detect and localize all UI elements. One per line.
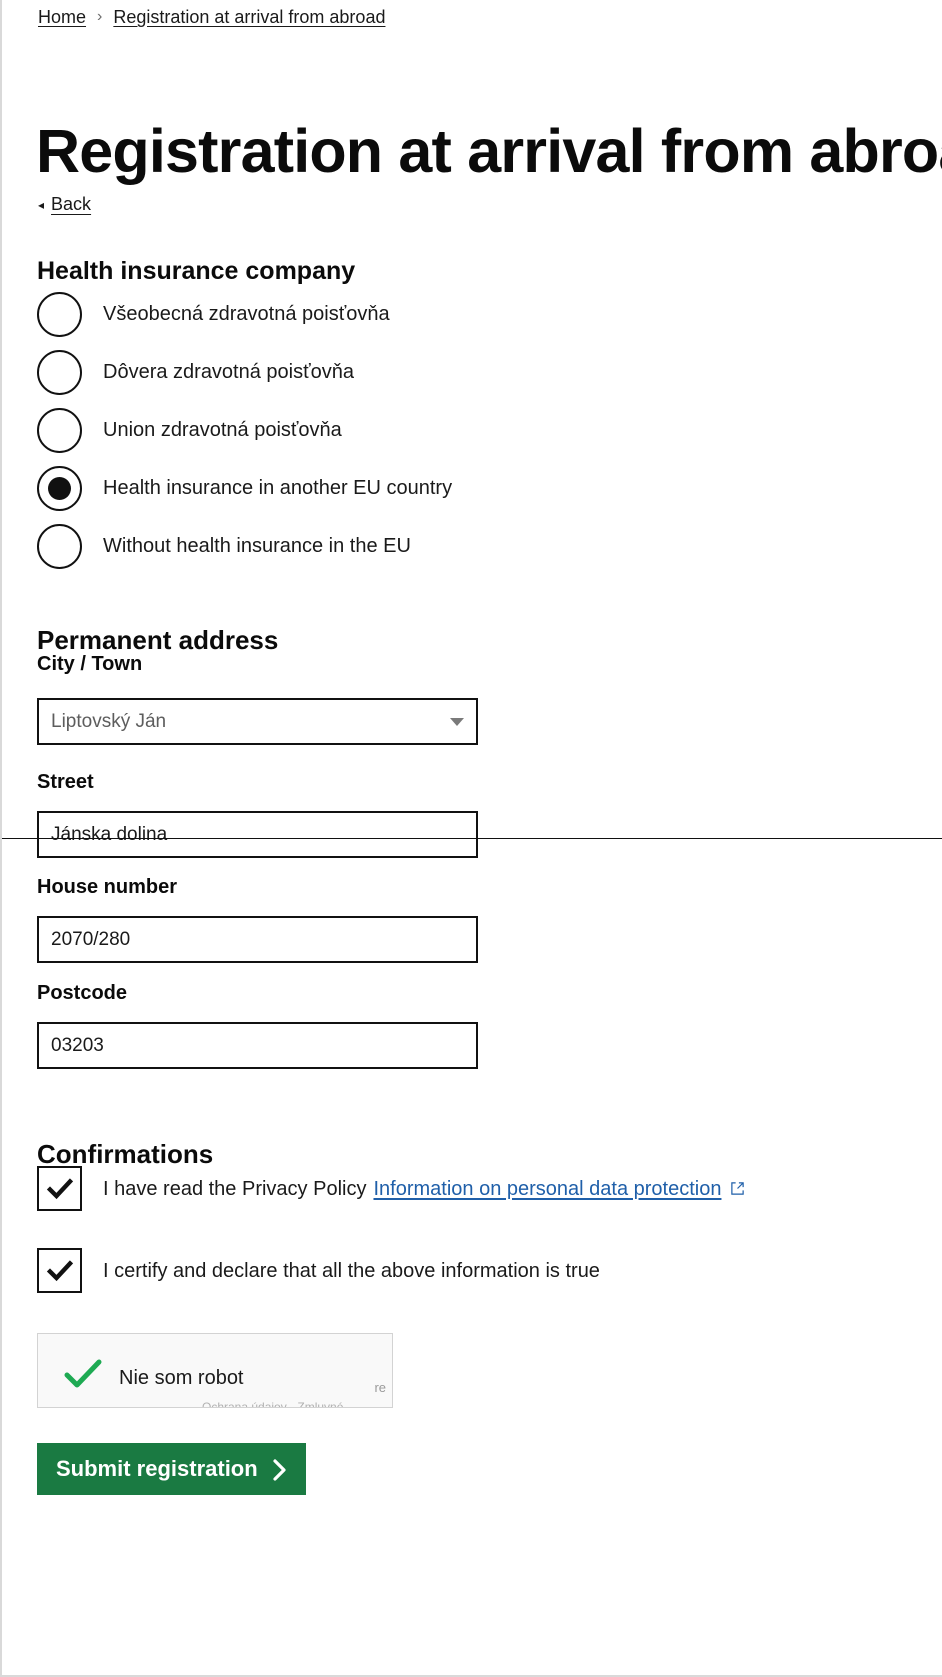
recaptcha-brand-text: re [374, 1380, 386, 1395]
external-link-icon [730, 1181, 745, 1196]
radio-option-another-eu-country[interactable]: Health insurance in another EU country [37, 459, 657, 517]
checkmark-icon [37, 1166, 82, 1211]
radio-icon [37, 523, 82, 569]
privacy-text-wrapper: I have read the Privacy Policy Informati… [103, 1176, 745, 1202]
radio-label: Všeobecná zdravotná poisťovňa [103, 303, 390, 325]
breadcrumb: Home › Registration at arrival from abro… [38, 6, 385, 28]
radio-option-without-insurance[interactable]: Without health insurance in the EU [37, 517, 657, 575]
street-input[interactable]: Jánska dolina [37, 811, 478, 858]
radio-option-union[interactable]: Union zdravotná poisťovňa [37, 401, 657, 459]
breadcrumb-separator-icon: › [97, 8, 103, 25]
radio-icon [37, 349, 82, 395]
checkmark-icon [37, 1248, 82, 1293]
submit-registration-button[interactable]: Submit registration [37, 1443, 306, 1495]
radio-icon [37, 407, 82, 453]
radio-label: Health insurance in another EU country [103, 477, 453, 499]
radio-icon-selected [37, 465, 82, 511]
city-select[interactable]: Liptovský Ján [37, 698, 478, 745]
radio-icon [37, 291, 82, 337]
city-value: Liptovský Ján [51, 710, 167, 732]
back-arrow-icon: ◂ [38, 198, 45, 212]
recaptcha-terms-text: Ochrana údajov - Zmluvné [202, 1400, 344, 1408]
back-link[interactable]: ◂ Back [38, 193, 91, 215]
street-value: Jánska dolina [51, 823, 168, 845]
postcode-value: 03203 [51, 1034, 104, 1056]
recaptcha-widget[interactable]: Nie som robot re Ochrana údajov - Zmluvn… [37, 1333, 393, 1408]
certify-text: I certify and declare that all the above… [103, 1259, 600, 1282]
breadcrumb-current-link[interactable]: Registration at arrival from abroad [113, 6, 385, 28]
recaptcha-success-checkmark-icon [64, 1358, 102, 1395]
section-heading-insurance: Health insurance company [37, 256, 356, 285]
back-label: Back [51, 194, 92, 214]
radio-option-vseobecna[interactable]: Všeobecná zdravotná poisťovňa [37, 285, 657, 343]
postcode-label: Postcode [37, 982, 128, 1004]
submit-label: Submit registration [56, 1456, 258, 1481]
checkbox-certify-declaration[interactable]: I certify and declare that all the above… [37, 1248, 600, 1293]
radio-label: Union zdravotná poisťovňa [103, 419, 342, 441]
recaptcha-label: Nie som robot [119, 1367, 244, 1389]
horizontal-divider [2, 838, 942, 839]
privacy-text: I have read the Privacy Policy [103, 1177, 367, 1200]
radio-label: Dôvera zdravotná poisťovňa [103, 361, 354, 383]
page-container: Home › Registration at arrival from abro… [0, 0, 942, 1677]
page-title: Registration at arrival from abroad [36, 116, 942, 185]
insurance-radio-group: Všeobecná zdravotná poisťovňa Dôvera zdr… [37, 285, 657, 575]
checkbox-privacy-policy[interactable]: I have read the Privacy Policy Informati… [37, 1166, 745, 1211]
chevron-down-icon [450, 717, 464, 726]
house-number-label: House number [37, 876, 178, 898]
street-label: Street [37, 771, 94, 793]
house-number-input[interactable]: 2070/280 [37, 916, 478, 963]
house-number-value: 2070/280 [51, 928, 131, 950]
radio-option-dovera[interactable]: Dôvera zdravotná poisťovňa [37, 343, 657, 401]
breadcrumb-home-link[interactable]: Home [38, 6, 86, 28]
privacy-policy-link[interactable]: Information on personal data protection [373, 1176, 721, 1202]
chevron-right-icon [272, 1459, 287, 1481]
radio-label: Without health insurance in the EU [103, 535, 411, 557]
postcode-input[interactable]: 03203 [37, 1022, 478, 1069]
city-label: City / Town [37, 653, 143, 675]
